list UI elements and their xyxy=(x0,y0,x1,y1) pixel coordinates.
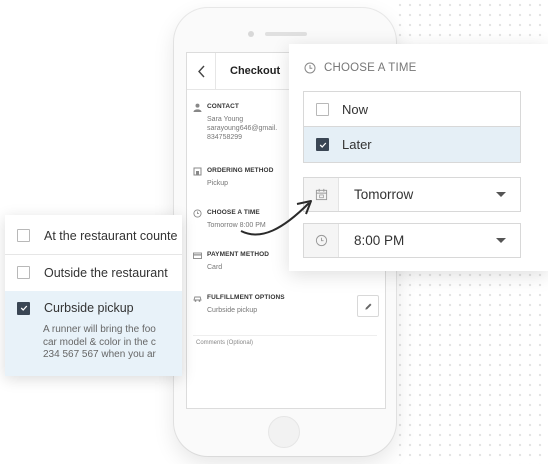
edit-fulfillment-button[interactable] xyxy=(357,295,379,317)
option-label: At the restaurant counte xyxy=(44,228,178,243)
contact-phone: 834758299 xyxy=(207,134,243,141)
payment-method-title: PAYMENT METHOD xyxy=(207,251,270,258)
checkbox[interactable] xyxy=(17,266,30,279)
phone-camera xyxy=(248,31,254,37)
fulfillment-options-card: At the restaurant counte Outside the res… xyxy=(5,215,182,376)
choose-time-card: CHOOSE A TIME Now Later Tomorrow 8:00 PM xyxy=(289,44,548,271)
checkbox[interactable] xyxy=(17,229,30,242)
connector-arrow-icon xyxy=(240,200,312,236)
ordering-method-section[interactable]: ORDERING METHOD Pickup xyxy=(193,166,274,188)
fulfillment-options-title: FULFILLMENT OPTIONS xyxy=(207,294,285,301)
time-select[interactable]: 8:00 PM xyxy=(303,223,521,258)
option-now[interactable]: Now xyxy=(304,92,520,127)
time-options-group: Now Later xyxy=(303,91,521,163)
option-curbside-pickup[interactable]: Curbside pickup A runner will bring the … xyxy=(5,291,182,376)
description-line: 234 567 567 when you ar xyxy=(43,349,156,360)
day-select-value: Tomorrow xyxy=(354,187,414,202)
chevron-left-icon xyxy=(197,65,205,77)
time-select-value: 8:00 PM xyxy=(354,233,405,248)
checkbox-checked[interactable] xyxy=(316,138,329,151)
option-label: Curbside pickup xyxy=(44,301,134,315)
car-icon xyxy=(193,294,202,303)
checkbox-checked[interactable] xyxy=(17,301,30,315)
payment-method-value: Card xyxy=(207,264,223,271)
ordering-method-title: ORDERING METHOD xyxy=(207,167,274,174)
comments-label: Comments (Optional) xyxy=(196,340,254,346)
checkmark-icon xyxy=(319,142,326,148)
fulfillment-options-section[interactable]: FULFILLMENT OPTIONS Curbside pickup xyxy=(193,293,285,315)
chevron-down-icon xyxy=(496,238,506,243)
payment-method-section[interactable]: PAYMENT METHOD Card xyxy=(193,250,269,272)
credit-card-icon xyxy=(193,251,202,260)
user-icon xyxy=(193,103,202,112)
ordering-method-value: Pickup xyxy=(207,180,229,187)
pencil-icon xyxy=(364,303,371,310)
store-icon xyxy=(193,167,202,176)
curbside-description: A runner will bring the foo car model & … xyxy=(43,324,182,362)
phone-speaker xyxy=(265,32,307,36)
contact-title: CONTACT xyxy=(207,103,239,110)
contact-email: sarayoung646@gmail. xyxy=(207,125,278,132)
choose-time-header: CHOOSE A TIME xyxy=(304,62,417,74)
checkbox[interactable] xyxy=(316,103,329,116)
description-line: car model & color in the c xyxy=(43,336,156,348)
option-outside-restaurant[interactable]: Outside the restaurant xyxy=(5,254,182,292)
option-at-restaurant-counter[interactable]: At the restaurant counte xyxy=(5,217,182,255)
choose-time-card-title: CHOOSE A TIME xyxy=(324,62,417,74)
fulfillment-options-value: Curbside pickup xyxy=(207,307,258,314)
clock-icon xyxy=(193,208,202,218)
chevron-down-icon xyxy=(496,192,506,197)
back-button[interactable] xyxy=(187,53,216,89)
option-label: Later xyxy=(342,137,372,152)
option-later[interactable]: Later xyxy=(304,126,520,162)
option-label: Now xyxy=(342,102,369,117)
contact-section[interactable]: CONTACT Sara Young sarayoung646@gmail. 8… xyxy=(193,102,277,142)
contact-name: Sara Young xyxy=(207,116,244,123)
description-line: A runner will bring the foo xyxy=(43,324,156,335)
checkmark-icon xyxy=(20,305,27,311)
phone-home-button xyxy=(268,416,300,448)
clock-icon xyxy=(304,62,316,74)
day-select[interactable]: Tomorrow xyxy=(303,177,521,212)
option-label: Outside the restaurant xyxy=(44,265,168,280)
page-title: Checkout xyxy=(230,65,281,77)
